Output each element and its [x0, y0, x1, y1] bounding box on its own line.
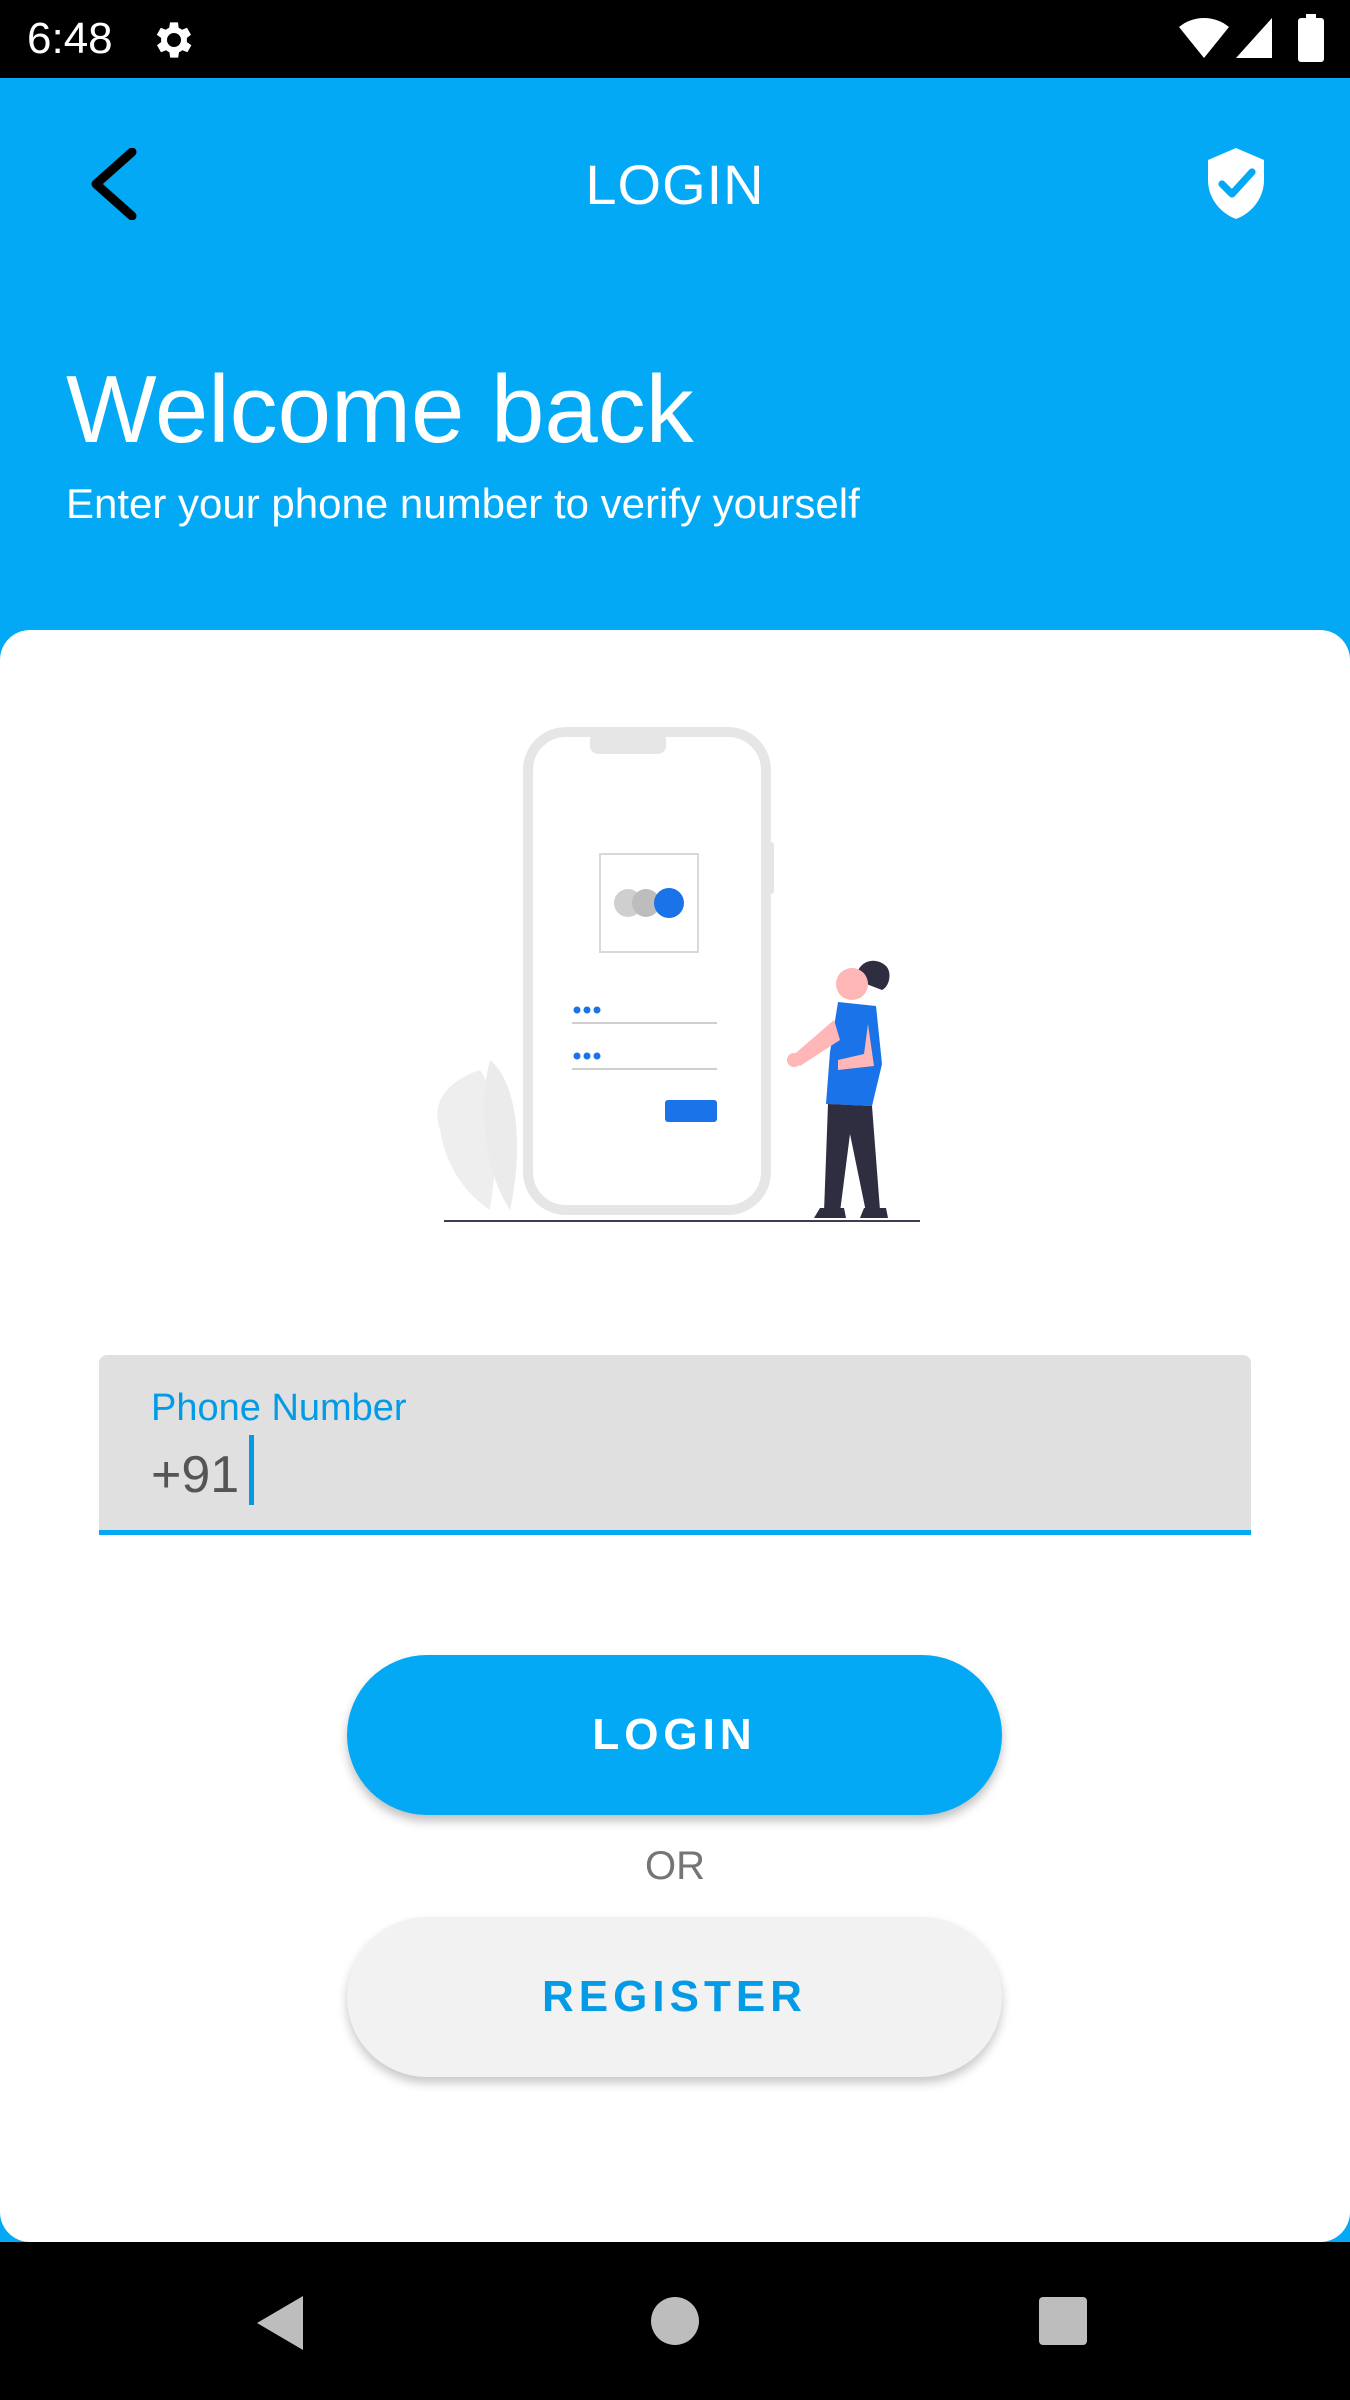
nav-home-icon[interactable] — [650, 2296, 700, 2346]
welcome-title: Welcome back — [66, 356, 694, 463]
battery-icon — [1298, 14, 1324, 62]
login-screen: 6:48 LOGIN Welcome back Enter your phone… — [0, 0, 1350, 2400]
register-button[interactable]: REGISTER — [347, 1917, 1002, 2077]
phone-number-label: Phone Number — [151, 1387, 407, 1429]
nav-recents-icon[interactable] — [1038, 2296, 1088, 2346]
phone-number-field[interactable]: Phone Number +91 — [99, 1355, 1251, 1535]
or-divider-text: OR — [645, 1844, 705, 1888]
phone-number-input[interactable]: +91 — [151, 1443, 239, 1507]
wifi-icon — [1179, 18, 1229, 58]
welcome-subtitle: Enter your phone number to verify yourse… — [66, 480, 860, 527]
status-time: 6:48 — [27, 14, 113, 63]
text-caret — [249, 1435, 254, 1505]
nav-back-icon[interactable] — [255, 2294, 307, 2352]
page-title: LOGIN — [585, 153, 765, 216]
status-bar: 6:48 — [0, 0, 1350, 78]
shield-check-icon[interactable] — [1204, 146, 1268, 222]
signal-icon — [1236, 18, 1272, 58]
login-button[interactable]: LOGIN — [347, 1655, 1002, 1815]
phone-login-illustration — [437, 727, 920, 1222]
gear-icon — [156, 22, 192, 58]
navigation-bar — [0, 2242, 1350, 2400]
